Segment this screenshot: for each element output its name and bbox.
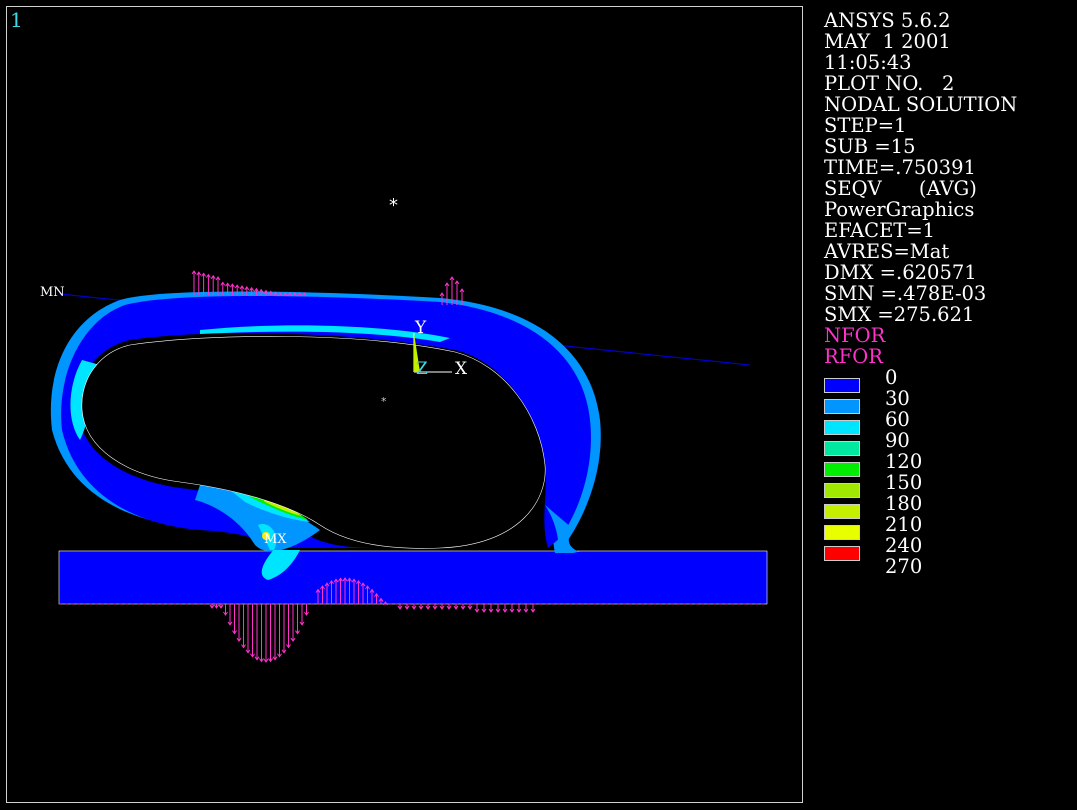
force-label-nfor: NFOR <box>824 324 886 347</box>
min-marker: MN <box>40 285 65 300</box>
legend-value: 60 <box>885 408 910 431</box>
legend-swatch <box>824 420 860 435</box>
legend-value: 0 <box>885 366 898 389</box>
origin-star: * <box>389 195 398 216</box>
legend-value: 30 <box>885 387 910 410</box>
force-label-rfor: RFOR <box>824 345 883 368</box>
legend-value: 180 <box>885 492 923 515</box>
legend-swatch <box>824 441 860 456</box>
legend-value: 210 <box>885 513 923 536</box>
max-marker: MX <box>264 532 287 547</box>
legend-swatch <box>824 378 860 393</box>
header-line-0: ANSYS 5.6.2 <box>824 9 951 32</box>
header-line-13: SMN =.478E-03 <box>824 282 987 305</box>
header-line-14: SMX =275.621 <box>824 303 975 326</box>
header-line-12: DMX =.620571 <box>824 261 977 284</box>
header-line-5: STEP=1 <box>824 114 907 137</box>
stress-contour-plot: * * Y Z X MN MX <box>40 195 768 663</box>
header-line-4: NODAL SOLUTION <box>824 93 1018 116</box>
header-line-3: PLOT NO. 2 <box>824 72 955 95</box>
header-line-10: EFACET=1 <box>824 219 936 242</box>
legend-value: 150 <box>885 471 923 494</box>
info-panel: ANSYS 5.6.2 MAY 1 2001 11:05:43 PLOT NO.… <box>824 10 1074 367</box>
header-line-6: SUB =15 <box>824 135 916 158</box>
header-line-9: PowerGraphics <box>824 198 975 221</box>
legend-swatch <box>824 483 860 498</box>
legend-swatch <box>824 399 860 414</box>
base-plate <box>58 550 768 605</box>
legend-swatch <box>824 525 860 540</box>
triad-x-label: X <box>455 359 468 379</box>
legend-value: 240 <box>885 534 923 557</box>
header-line-1: MAY 1 2001 <box>824 30 951 53</box>
header-line-11: AVRES=Mat <box>824 240 950 263</box>
legend-value: 270 <box>885 555 923 578</box>
triad-z-label: Z <box>416 359 428 379</box>
legend-swatch <box>824 546 860 561</box>
center-star: * <box>381 395 387 408</box>
legend-swatch <box>824 504 860 519</box>
legend-value: 90 <box>885 429 910 452</box>
legend-value: 120 <box>885 450 923 473</box>
header-line-8: SEQV (AVG) <box>824 177 977 200</box>
header-line-7: TIME=.750391 <box>824 156 976 179</box>
triad-y-label: Y <box>414 318 427 338</box>
legend-swatch <box>824 462 860 477</box>
header-line-2: 11:05:43 <box>824 51 912 74</box>
